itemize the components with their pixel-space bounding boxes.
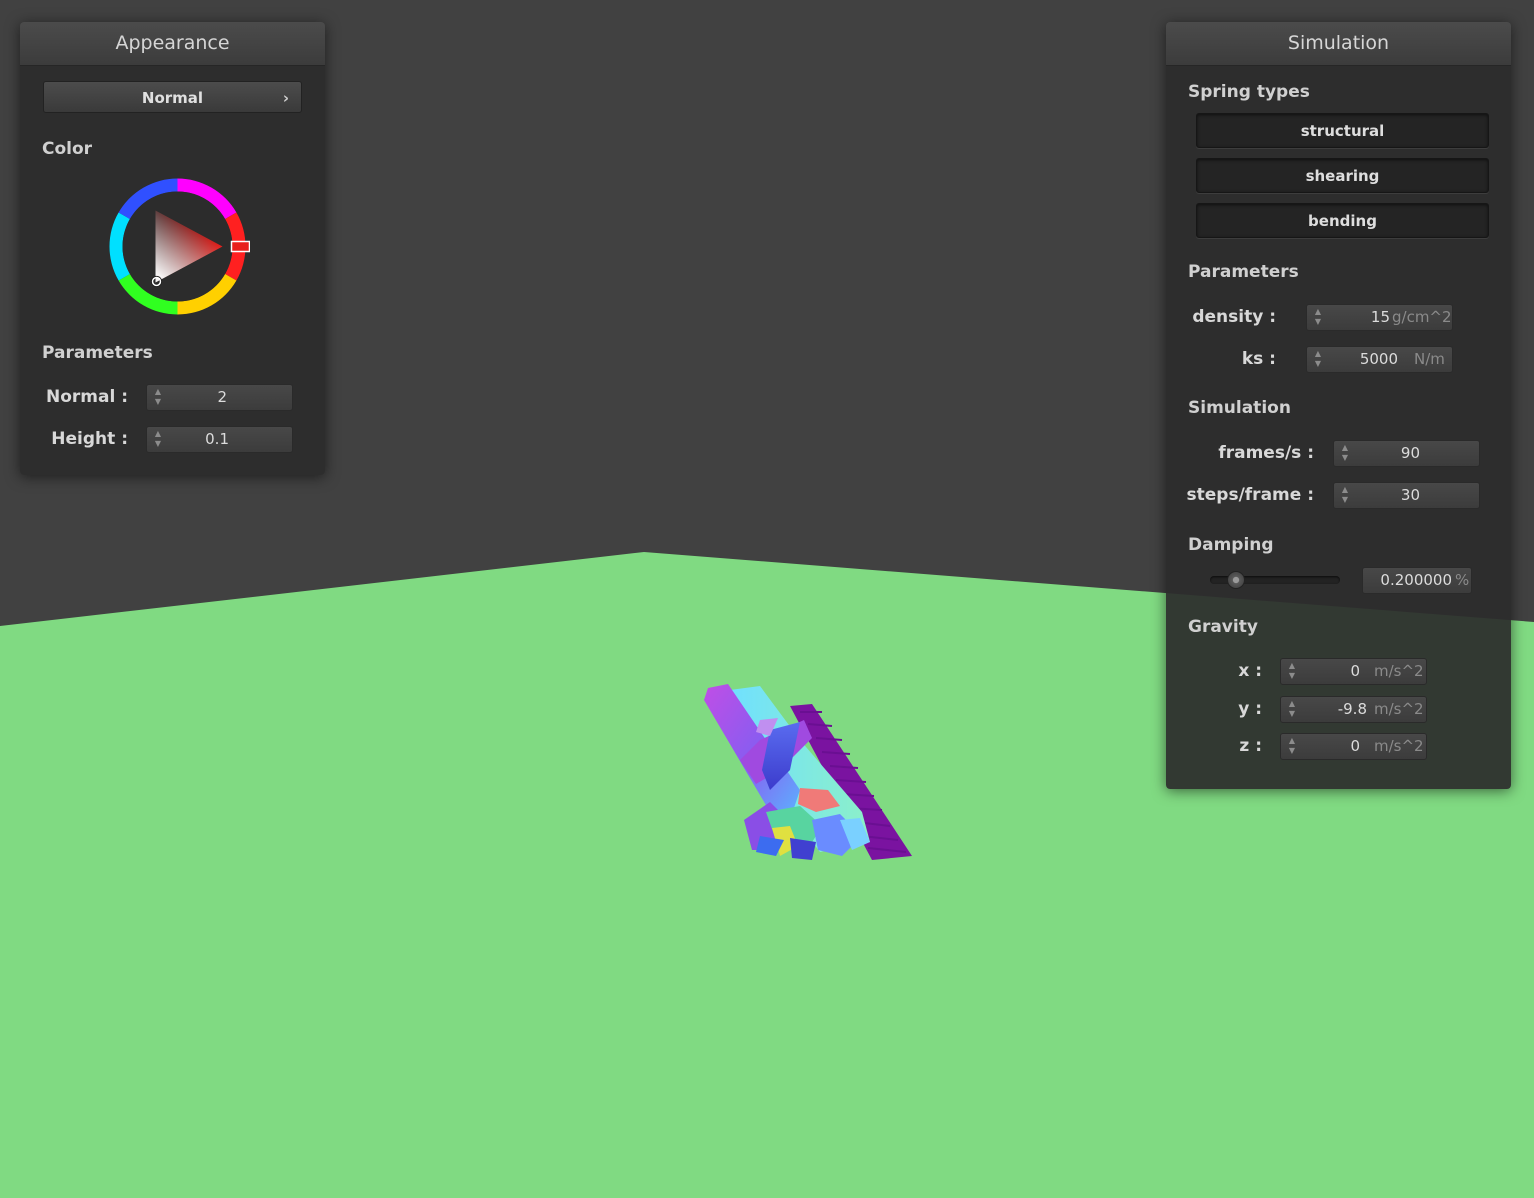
color-section-label: Color	[42, 139, 93, 159]
density-unit: g/cm^2	[1392, 308, 1452, 326]
ks-field-label: ks :	[1241, 349, 1276, 369]
gravity-y-label: y :	[1238, 699, 1262, 719]
simulation-parameters-label: Parameters	[1188, 262, 1299, 282]
gravity-y-spinbox[interactable]: ▲ ▼ -9.8 m/s^2	[1280, 696, 1427, 723]
frames-per-second-spinbox[interactable]: ▲ ▼ 90	[1333, 440, 1480, 467]
shearing-spring-toggle[interactable]: shearing	[1196, 158, 1489, 193]
ks-unit: N/m	[1414, 350, 1445, 368]
gravity-y-value: -9.8	[1337, 700, 1367, 718]
simulation-section-label: Simulation	[1188, 398, 1291, 418]
gravity-x-unit: m/s^2	[1374, 662, 1424, 680]
ks-spinbox[interactable]: ▲ ▼ 5000 N/m	[1306, 346, 1453, 373]
steps-per-frame-spinbox[interactable]: ▲ ▼ 30	[1333, 482, 1480, 509]
shader-dropdown-label: Normal	[141, 89, 204, 107]
height-spinbox[interactable]: ▲ ▼ 0.1	[146, 426, 293, 453]
damping-slider-knob[interactable]	[1227, 571, 1245, 589]
spin-arrows-icon[interactable]: ▲ ▼	[1340, 485, 1350, 505]
gravity-z-value: 0	[1350, 737, 1360, 755]
appearance-panel: Appearance Normal › Color Parameters Nor…	[20, 22, 325, 475]
gravity-x-spinbox[interactable]: ▲ ▼ 0 m/s^2	[1280, 658, 1427, 685]
spring-types-label: Spring types	[1188, 82, 1310, 102]
spin-arrows-icon[interactable]: ▲ ▼	[1287, 736, 1297, 756]
steps-per-frame-value: 30	[1400, 486, 1420, 504]
spin-arrows-icon[interactable]: ▲ ▼	[1287, 699, 1297, 719]
gravity-z-label: z :	[1239, 736, 1262, 756]
gravity-y-unit: m/s^2	[1374, 700, 1424, 718]
gravity-z-unit: m/s^2	[1374, 737, 1424, 755]
gravity-label: Gravity	[1188, 617, 1258, 637]
damping-value-box[interactable]: 0.200000 %	[1362, 567, 1472, 594]
height-field-label: Height :	[51, 429, 128, 449]
damping-label: Damping	[1188, 535, 1274, 555]
gravity-x-label: x :	[1238, 661, 1262, 681]
frames-per-second-value: 90	[1400, 444, 1420, 462]
damping-unit: %	[1455, 571, 1470, 589]
spin-arrows-icon[interactable]: ▲ ▼	[1313, 349, 1323, 369]
simulation-panel-title[interactable]: Simulation	[1166, 22, 1511, 66]
height-value: 0.1	[205, 430, 229, 448]
gravity-x-value: 0	[1350, 662, 1360, 680]
normal-value: 2	[217, 388, 227, 406]
spin-arrows-icon[interactable]: ▲ ▼	[1340, 443, 1350, 463]
bending-spring-toggle[interactable]: bending	[1196, 203, 1489, 238]
appearance-panel-title[interactable]: Appearance	[20, 22, 325, 66]
spin-arrows-icon[interactable]: ▲ ▼	[1313, 307, 1323, 327]
density-spinbox[interactable]: ▲ ▼ 15 g/cm^2	[1306, 304, 1453, 331]
appearance-parameters-label: Parameters	[42, 343, 153, 363]
spin-arrows-icon[interactable]: ▲ ▼	[1287, 661, 1297, 681]
frames-per-second-label: frames/s :	[1218, 443, 1314, 463]
density-value: 15	[1370, 308, 1390, 326]
density-field-label: density :	[1192, 307, 1276, 327]
simulation-panel: Simulation Spring types structural shear…	[1166, 22, 1511, 789]
gravity-z-spinbox[interactable]: ▲ ▼ 0 m/s^2	[1280, 733, 1427, 760]
spin-arrows-icon[interactable]: ▲ ▼	[153, 387, 163, 407]
structural-spring-toggle[interactable]: structural	[1196, 113, 1489, 148]
spin-arrows-icon[interactable]: ▲ ▼	[153, 429, 163, 449]
ks-value: 5000	[1359, 350, 1398, 368]
color-wheel-icon[interactable]	[105, 174, 250, 319]
shader-dropdown-button[interactable]: Normal ›	[43, 81, 302, 113]
normal-field-label: Normal :	[45, 387, 128, 407]
normal-spinbox[interactable]: ▲ ▼ 2	[146, 384, 293, 411]
damping-value: 0.200000	[1380, 571, 1452, 589]
chevron-right-icon: ›	[282, 89, 289, 107]
steps-per-frame-label: steps/frame :	[1186, 485, 1314, 505]
